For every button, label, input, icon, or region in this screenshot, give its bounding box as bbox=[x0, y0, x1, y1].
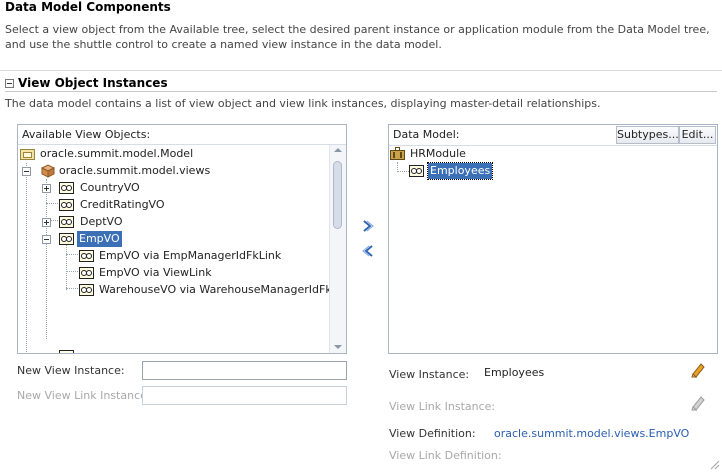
view-object-icon bbox=[59, 350, 74, 353]
new-view-link-instance-label: New View Link Instance: bbox=[17, 389, 151, 402]
available-tree[interactable]: oracle.summit.model.Model oracle.summit.… bbox=[18, 145, 330, 353]
tree-item-label-selected: Employees bbox=[426, 162, 494, 180]
folder-icon bbox=[20, 149, 35, 160]
available-tree-scrollbar[interactable] bbox=[329, 145, 346, 353]
collapse-toggle[interactable] bbox=[42, 235, 51, 244]
page-title: Data Model Components bbox=[5, 0, 171, 14]
resize-grip-icon[interactable] bbox=[708, 458, 720, 470]
chevron-right-icon bbox=[363, 220, 374, 232]
shuttle-add-button[interactable] bbox=[360, 218, 376, 234]
view-object-icon bbox=[59, 199, 74, 211]
tree-item-views-package[interactable]: oracle.summit.model.views bbox=[18, 163, 328, 179]
tree-item-countryvo[interactable]: CountryVO bbox=[18, 180, 328, 196]
data-model-panel: Data Model: Subtypes... Edit... HRModule… bbox=[388, 124, 718, 354]
collapse-toggle[interactable] bbox=[22, 167, 31, 176]
edit-button[interactable]: Edit... bbox=[679, 126, 716, 144]
tree-item-label: EmpVO via ViewLink bbox=[99, 266, 212, 279]
view-definition-label: View Definition: bbox=[389, 427, 476, 440]
view-link-instance-label: View Link Instance: bbox=[389, 400, 496, 413]
scroll-down-arrow-icon[interactable] bbox=[334, 345, 342, 349]
package-icon bbox=[40, 164, 56, 178]
edit-view-link-instance-button[interactable] bbox=[690, 395, 706, 411]
edit-view-instance-button[interactable] bbox=[690, 362, 706, 378]
subtypes-button[interactable]: Subtypes... bbox=[616, 126, 679, 144]
view-instance-value: Employees bbox=[484, 366, 545, 379]
tree-item-hrmodule[interactable]: HRModule bbox=[389, 146, 689, 162]
data-model-panel-header: Data Model: Subtypes... Edit... bbox=[389, 125, 717, 146]
view-object-instance-icon bbox=[409, 165, 424, 177]
view-link-definition-label: View Link Definition: bbox=[389, 449, 502, 462]
tree-item-empvo-via-viewlink[interactable]: EmpVO via ViewLink bbox=[18, 265, 328, 281]
shuttle-remove-button[interactable] bbox=[360, 243, 376, 259]
new-view-instance-field[interactable] bbox=[142, 361, 347, 380]
expand-toggle[interactable] bbox=[42, 184, 51, 193]
new-view-link-instance-field[interactable] bbox=[142, 386, 347, 405]
tree-item-label: oracle.summit.model.views bbox=[59, 164, 211, 177]
page-description: Select a view object from the Available … bbox=[5, 23, 710, 51]
expand-toggle[interactable] bbox=[42, 218, 51, 227]
tree-item-label: oracle.summit.model.Model bbox=[40, 147, 194, 160]
view-object-icon bbox=[79, 284, 94, 296]
tree-item-warehousevo-via-link[interactable]: WarehouseVO via WarehouseManagerIdFkLink bbox=[18, 282, 330, 298]
tree-item-label: HRModule bbox=[410, 147, 466, 160]
view-object-icon bbox=[79, 250, 94, 262]
view-instance-label: View Instance: bbox=[389, 368, 470, 381]
tree-item-model[interactable]: oracle.summit.model.Model bbox=[18, 146, 328, 162]
tree-item-label: WarehouseVO via WarehouseManagerIdFkLink bbox=[99, 283, 330, 296]
chevron-left-icon bbox=[362, 245, 373, 257]
available-panel-header: Available View Objects: bbox=[18, 125, 346, 145]
tree-item-label: EmpVO via EmpManagerIdFkLink bbox=[99, 249, 282, 262]
application-module-icon bbox=[390, 147, 405, 160]
tree-item-empvo[interactable]: EmpVO bbox=[18, 231, 328, 247]
view-definition-link[interactable]: oracle.summit.model.views.EmpVO bbox=[494, 427, 689, 440]
tree-item-creditratingvo[interactable]: CreditRatingVO bbox=[18, 197, 328, 213]
header-divider bbox=[0, 70, 722, 71]
section-collapse-toggle[interactable] bbox=[5, 79, 14, 88]
available-panel-label: Available View Objects: bbox=[22, 128, 151, 141]
data-model-panel-label: Data Model: bbox=[393, 128, 460, 141]
scrollbar-thumb[interactable] bbox=[333, 161, 342, 229]
tree-item-deptvo[interactable]: DeptVO bbox=[18, 214, 328, 230]
available-view-objects-panel: Available View Objects: oracle.summit.mo… bbox=[17, 124, 347, 354]
tree-item-label-selected: EmpVO bbox=[77, 231, 122, 247]
view-object-icon bbox=[79, 267, 94, 279]
section-description: The data model contains a list of view o… bbox=[5, 97, 601, 110]
tree-item-label: CountryVO bbox=[80, 181, 140, 194]
pencil-icon bbox=[691, 396, 705, 411]
new-view-instance-label: New View Instance: bbox=[17, 364, 125, 377]
tree-item-label: CreditRatingVO bbox=[80, 198, 165, 211]
view-object-icon bbox=[59, 233, 74, 245]
data-model-tree[interactable]: HRModule Employees bbox=[389, 146, 717, 353]
pencil-icon bbox=[691, 363, 705, 378]
tree-item-label: DeptVO bbox=[80, 215, 123, 228]
scroll-up-arrow-icon[interactable] bbox=[334, 148, 342, 152]
view-object-icon bbox=[59, 216, 74, 228]
view-object-icon bbox=[59, 182, 74, 194]
tree-item-empvo-via-empmanageridfklink[interactable]: EmpVO via EmpManagerIdFkLink bbox=[18, 248, 328, 264]
section-divider bbox=[5, 91, 717, 92]
tree-item-employees[interactable]: Employees bbox=[389, 162, 689, 180]
tree-item-partial[interactable] bbox=[18, 348, 328, 353]
section-title: View Object Instances bbox=[18, 76, 168, 90]
